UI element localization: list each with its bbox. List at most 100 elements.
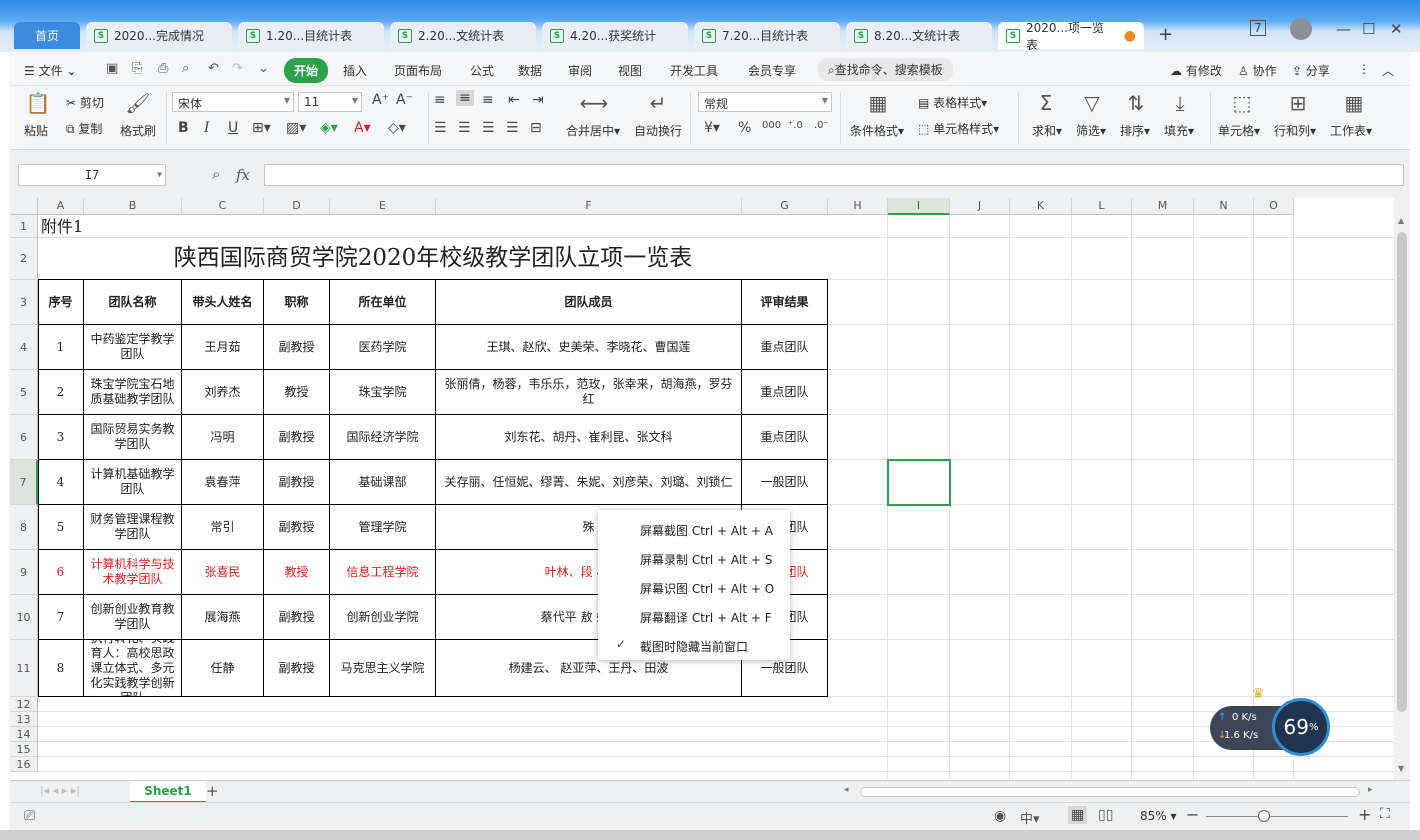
table-style-button[interactable]: ▤ 表格样式▾ xyxy=(918,94,987,111)
align-left-icon[interactable]: ☰ xyxy=(434,120,447,136)
column-header[interactable]: A xyxy=(38,198,84,215)
tab-count-icon[interactable]: 7 xyxy=(1250,20,1266,36)
table-cell[interactable]: 信息工程学院 xyxy=(330,550,436,595)
table-cell[interactable]: 王月茹 xyxy=(182,325,264,370)
tab-file-2[interactable]: S 1.20...目统计表 xyxy=(238,22,384,49)
table-cell[interactable]: 国际经济学院 xyxy=(330,415,436,460)
rowcol-button[interactable]: 行和列▾ xyxy=(1274,122,1316,139)
table-cell[interactable]: 冯明 xyxy=(182,415,264,460)
eye-protection-icon[interactable]: ◉ xyxy=(994,808,1006,824)
rowcol-icon[interactable]: ⊞ xyxy=(1280,90,1316,116)
table-cell[interactable]: 创新创业教育教学团队 xyxy=(84,595,182,640)
fill-icon[interactable]: ⤓ xyxy=(1162,90,1198,116)
vertical-scrollbar[interactable]: ▲ ▼ xyxy=(1394,198,1410,780)
macro-icon[interactable]: ⎚ xyxy=(24,808,35,824)
sheet-title[interactable]: 陕西国际商贸学院2020年校级教学团队立项一览表 xyxy=(38,238,828,280)
merge-icon[interactable]: ⟷ xyxy=(576,90,612,116)
hscroll-right-icon[interactable]: ▸ xyxy=(1368,785,1373,795)
table-cell[interactable]: 珠宝学院宝石地质基础教学团队 xyxy=(84,370,182,415)
row-header[interactable]: 16 xyxy=(10,757,38,772)
table-cell[interactable]: 副教授 xyxy=(264,505,330,550)
table-cell[interactable]: 8 xyxy=(38,640,84,697)
collab-button[interactable]: ♙ 协作 xyxy=(1238,62,1277,79)
brush-icon[interactable]: 🖌 xyxy=(120,90,156,116)
sigma-icon[interactable]: Σ xyxy=(1028,90,1064,116)
print-icon[interactable]: ⎙ xyxy=(158,61,168,76)
command-search[interactable]: ⌕查找命令、搜索模板 xyxy=(818,58,953,81)
zoom-level[interactable]: 85% ▾ xyxy=(1140,809,1177,823)
zoom-out-icon[interactable]: − xyxy=(1186,805,1199,824)
selected-cell[interactable] xyxy=(887,459,951,506)
file-menu[interactable]: ☰ 文件 ⌄ xyxy=(24,62,76,79)
table-cell[interactable]: 中药鉴定学教学团队 xyxy=(84,325,182,370)
share-button[interactable]: ⇪ 分享 xyxy=(1292,62,1330,79)
table-cell[interactable]: 关存丽、任恒妮、缪菁、朱妮、刘彦荣、刘璐、刘锁仁 xyxy=(436,460,742,505)
menu-item-hide-window[interactable]: 截图时隐藏当前窗口 xyxy=(640,638,748,655)
table-cell[interactable]: 王琪、赵欣、史美荣、李晓花、曹国莲 xyxy=(436,325,742,370)
redo-icon[interactable]: ↷ xyxy=(232,61,243,76)
table-cell[interactable]: 任静 xyxy=(182,640,264,697)
decrease-decimal-icon[interactable]: .0⁻ xyxy=(814,120,829,131)
zoom-slider-handle[interactable] xyxy=(1258,810,1270,822)
menu-insert[interactable]: 插入 xyxy=(343,62,367,79)
tab-file-active[interactable]: S 2020...项一览表 ● xyxy=(998,21,1144,52)
column-header[interactable]: L xyxy=(1072,198,1132,215)
column-header[interactable]: O xyxy=(1254,198,1294,215)
undo-icon[interactable]: ↶ xyxy=(208,61,219,76)
tab-file-6[interactable]: S 8.20...文统计表 xyxy=(846,22,992,49)
menu-start[interactable]: 开始 xyxy=(284,58,329,83)
cell-attachment[interactable]: 附件1 xyxy=(38,215,828,238)
table-header[interactable]: 团队名称 xyxy=(84,280,182,325)
percent-icon[interactable]: % xyxy=(738,120,751,136)
input-method-icon[interactable]: 中▾ xyxy=(1020,808,1040,827)
menu-dev-tools[interactable]: 开发工具 xyxy=(670,62,718,79)
cut-button[interactable]: ✂ 剪切 xyxy=(66,94,104,111)
table-header[interactable]: 团队成员 xyxy=(436,280,742,325)
tab-file-1[interactable]: S 2020...完成情况 xyxy=(86,22,232,49)
row-header[interactable]: 13 xyxy=(10,712,38,727)
column-header[interactable]: C xyxy=(182,198,264,215)
column-header[interactable]: H xyxy=(828,198,888,215)
sort-icon[interactable]: ⇅ xyxy=(1118,90,1154,116)
bold-icon[interactable]: B xyxy=(178,120,189,136)
copy-button[interactable]: ⧉ 复制 xyxy=(66,120,102,137)
table-header[interactable]: 职称 xyxy=(264,280,330,325)
table-cell[interactable]: 3 xyxy=(38,415,84,460)
underline-icon[interactable]: U xyxy=(228,120,238,136)
column-header[interactable]: E xyxy=(330,198,436,215)
page-view-icon[interactable]: ▯▯ xyxy=(1098,807,1113,823)
menu-view[interactable]: 视图 xyxy=(618,62,642,79)
table-cell[interactable]: 袁春萍 xyxy=(182,460,264,505)
table-cell[interactable]: 国际贸易实务教学团队 xyxy=(84,415,182,460)
formula-input[interactable] xyxy=(264,164,1404,186)
column-header[interactable]: J xyxy=(950,198,1010,215)
table-cell[interactable]: 张喜民 xyxy=(182,550,264,595)
table-cell[interactable]: 刘东花、胡丹、崔利昆、张文科 xyxy=(436,415,742,460)
row-header[interactable]: 11 xyxy=(10,640,38,697)
menu-item-screenshot[interactable]: 屏幕截图 Ctrl + Alt + A xyxy=(640,522,773,539)
modified-status[interactable]: ☁ 有修改 xyxy=(1170,62,1222,79)
sheet-tab-sheet1[interactable]: Sheet1 xyxy=(130,781,206,803)
more-icon[interactable]: ⋮ xyxy=(1358,62,1370,76)
zoom-lookup-icon[interactable]: ⌕ xyxy=(212,165,220,183)
indent-increase-icon[interactable]: ⇥ xyxy=(532,92,544,108)
distribute-icon[interactable]: ⊟ xyxy=(530,120,542,136)
table-cell[interactable]: 重点团队 xyxy=(742,325,828,370)
print-preview-icon[interactable]: ⌕ xyxy=(182,61,189,76)
column-header[interactable]: G xyxy=(742,198,828,215)
indent-decrease-icon[interactable]: ⇤ xyxy=(508,92,520,108)
select-all-corner[interactable] xyxy=(10,198,38,215)
table-cell[interactable]: 马克思主义学院 xyxy=(330,640,436,697)
cell-button[interactable]: 单元格▾ xyxy=(1218,122,1260,139)
table-header[interactable]: 带头人姓名 xyxy=(182,280,264,325)
add-sheet-icon[interactable]: + xyxy=(206,782,219,800)
column-header[interactable]: D xyxy=(264,198,330,215)
table-cell[interactable]: 计算机基础教学团队 xyxy=(84,460,182,505)
new-tab-button[interactable]: + xyxy=(1158,24,1173,45)
align-middle-icon[interactable]: ≡ xyxy=(456,90,474,106)
save-icon[interactable]: ▣ xyxy=(106,61,118,76)
zoom-in-icon[interactable]: + xyxy=(1358,805,1371,824)
table-header[interactable]: 序号 xyxy=(38,280,84,325)
currency-icon[interactable]: ¥▾ xyxy=(704,120,720,136)
table-cell[interactable]: 4 xyxy=(38,460,84,505)
